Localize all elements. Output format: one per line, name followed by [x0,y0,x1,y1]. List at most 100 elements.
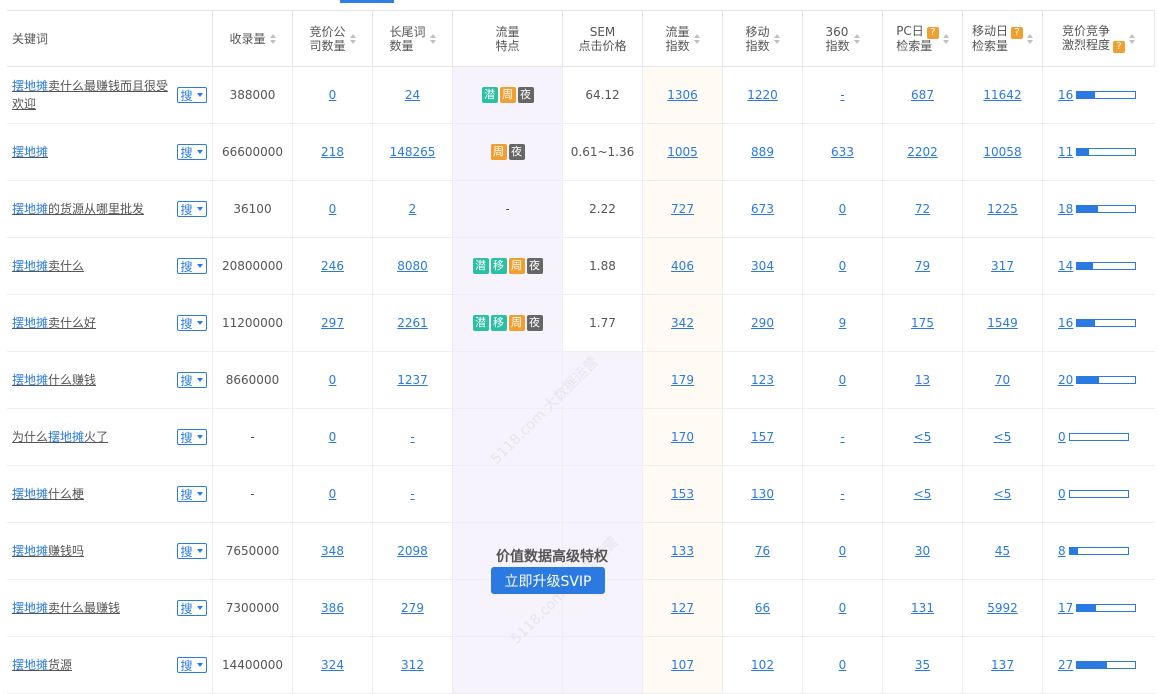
bid-companies-link[interactable]: 348 [321,544,344,558]
search-dropdown-button[interactable]: 搜 [177,315,207,331]
search-dropdown-button[interactable]: 搜 [177,144,207,160]
bid-companies-link[interactable]: 0 [329,430,337,444]
mobile-index-link[interactable]: 123 [751,373,774,387]
col-longtail[interactable]: 长尾词 数量 [373,11,453,66]
col-indexed[interactable]: 收录量 [213,11,293,66]
competition-link[interactable]: 8 [1058,544,1066,558]
mobile-daily-link[interactable]: 5992 [987,601,1018,615]
traffic-index-link[interactable]: 153 [671,487,694,501]
sort-icon[interactable] [269,33,276,44]
traffic-index-link[interactable]: 1306 [667,88,698,102]
index-360-link[interactable]: 0 [839,259,847,273]
bid-companies-link[interactable]: 297 [321,316,344,330]
competition-link[interactable]: 14 [1058,259,1073,273]
upgrade-svip-button[interactable]: 立即升级SVIP [491,567,605,594]
index-360-link[interactable]: - [840,88,844,102]
pc-daily-link[interactable]: 131 [911,601,934,615]
keyword-link[interactable]: 摆地摊什么梗 [12,485,173,503]
longtail-link[interactable]: 1237 [397,373,428,387]
help-icon[interactable]: ? [926,27,939,39]
index-360-link[interactable]: 9 [839,316,847,330]
mobile-daily-link[interactable]: 317 [991,259,1014,273]
longtail-link[interactable]: 2261 [397,316,428,330]
mobile-index-link[interactable]: 102 [751,658,774,672]
index-360-link[interactable]: 0 [839,658,847,672]
sort-icon[interactable] [773,33,780,44]
competition-link[interactable]: 27 [1058,658,1073,672]
keyword-link[interactable]: 摆地摊什么赚钱 [12,371,173,389]
mobile-index-link[interactable]: 157 [751,430,774,444]
traffic-index-link[interactable]: 179 [671,373,694,387]
pc-daily-link[interactable]: 30 [915,544,930,558]
longtail-link[interactable]: 279 [401,601,424,615]
mobile-daily-link[interactable]: 10058 [983,145,1021,159]
bid-companies-link[interactable]: 0 [329,88,337,102]
keyword-link[interactable]: 摆地摊卖什么 [12,257,173,275]
col-competition[interactable]: 竞价竞争 激烈程度? [1043,11,1155,66]
mobile-daily-link[interactable]: 70 [995,373,1010,387]
mobile-index-link[interactable]: 130 [751,487,774,501]
pc-daily-link[interactable]: 687 [911,88,934,102]
bid-companies-link[interactable]: 0 [329,487,337,501]
keyword-link[interactable]: 摆地摊赚钱吗 [12,542,173,560]
sort-icon[interactable] [942,33,949,44]
mobile-index-link[interactable]: 673 [751,202,774,216]
search-dropdown-button[interactable]: 搜 [177,657,207,673]
sort-icon[interactable] [429,33,436,44]
bid-companies-link[interactable]: 0 [329,373,337,387]
search-dropdown-button[interactable]: 搜 [177,600,207,616]
sort-icon[interactable] [1129,33,1135,44]
competition-link[interactable]: 16 [1058,88,1073,102]
traffic-index-link[interactable]: 1005 [667,145,698,159]
competition-link[interactable]: 11 [1058,145,1073,159]
pc-daily-link[interactable]: 35 [915,658,930,672]
mobile-index-link[interactable]: 66 [755,601,770,615]
mobile-daily-link[interactable]: <5 [994,487,1012,501]
competition-link[interactable]: 0 [1058,487,1066,501]
sort-icon[interactable] [853,33,860,44]
longtail-link[interactable]: - [410,430,414,444]
search-dropdown-button[interactable]: 搜 [177,372,207,388]
mobile-index-link[interactable]: 290 [751,316,774,330]
search-dropdown-button[interactable]: 搜 [177,87,207,103]
bid-companies-link[interactable]: 386 [321,601,344,615]
col-360-index[interactable]: 360 指数 [803,11,883,66]
keyword-link[interactable]: 摆地摊卖什么好 [12,314,173,332]
competition-link[interactable]: 18 [1058,202,1073,216]
pc-daily-link[interactable]: 175 [911,316,934,330]
mobile-daily-link[interactable]: 1549 [987,316,1018,330]
traffic-index-link[interactable]: 127 [671,601,694,615]
mobile-index-link[interactable]: 304 [751,259,774,273]
mobile-index-link[interactable]: 76 [755,544,770,558]
help-icon[interactable]: ? [1011,27,1023,39]
pc-daily-link[interactable]: <5 [914,487,932,501]
longtail-link[interactable]: - [410,487,414,501]
keyword-link[interactable]: 摆地摊的货源从哪里批发 [12,200,173,218]
traffic-index-link[interactable]: 342 [671,316,694,330]
col-mobile-daily[interactable]: 移动日? 检索量 [963,11,1043,66]
col-pc-daily[interactable]: PC日? 检索量 [883,11,963,66]
col-bid-companies[interactable]: 竞价公 司数量 [293,11,373,66]
search-dropdown-button[interactable]: 搜 [177,543,207,559]
search-dropdown-button[interactable]: 搜 [177,429,207,445]
pc-daily-link[interactable]: 72 [915,202,930,216]
index-360-link[interactable]: 0 [839,202,847,216]
traffic-index-link[interactable]: 727 [671,202,694,216]
longtail-link[interactable]: 24 [405,88,420,102]
longtail-link[interactable]: 2 [409,202,417,216]
mobile-daily-link[interactable]: 11642 [983,88,1021,102]
col-traffic-index[interactable]: 流量 指数 [643,11,723,66]
search-dropdown-button[interactable]: 搜 [177,486,207,502]
bid-companies-link[interactable]: 246 [321,259,344,273]
mobile-daily-link[interactable]: 1225 [987,202,1018,216]
pc-daily-link[interactable]: 2202 [907,145,938,159]
bid-companies-link[interactable]: 0 [329,202,337,216]
search-dropdown-button[interactable]: 搜 [177,258,207,274]
longtail-link[interactable]: 8080 [397,259,428,273]
search-dropdown-button[interactable]: 搜 [177,201,207,217]
competition-link[interactable]: 17 [1058,601,1073,615]
bid-companies-link[interactable]: 218 [321,145,344,159]
index-360-link[interactable]: 0 [839,544,847,558]
traffic-index-link[interactable]: 107 [671,658,694,672]
index-360-link[interactable]: - [840,487,844,501]
